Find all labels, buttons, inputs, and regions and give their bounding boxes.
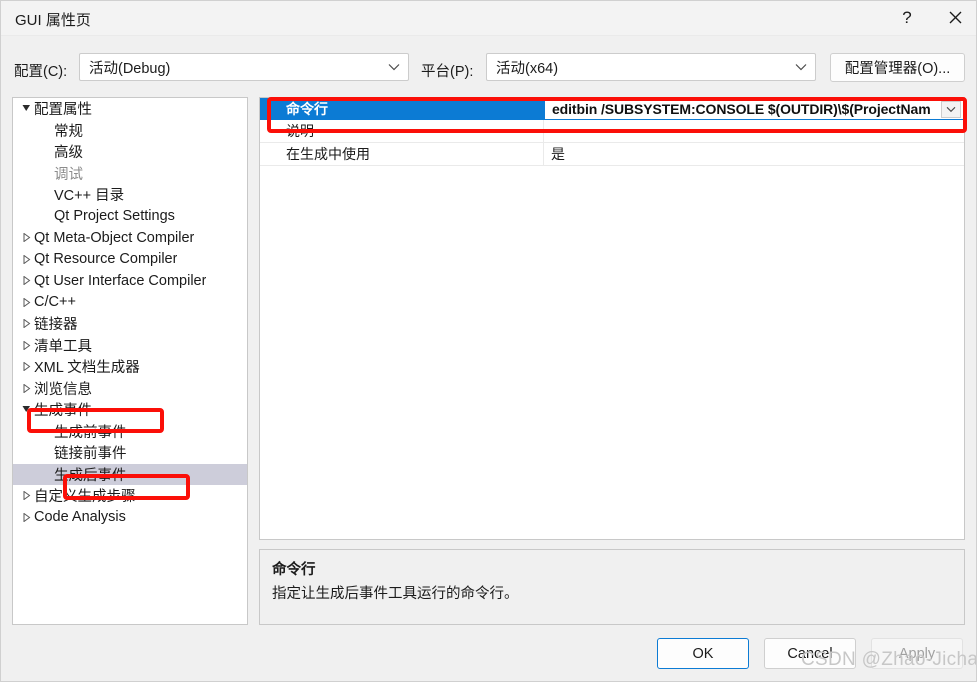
property-name: 说明 (260, 120, 544, 142)
tree-item[interactable]: Code Analysis (13, 507, 247, 529)
ok-button[interactable]: OK (657, 638, 749, 669)
twisty-collapsed-icon[interactable] (19, 297, 34, 307)
property-value-input[interactable]: editbin /SUBSYSTEM:CONSOLE $(OUTDIR)\$(P… (544, 98, 964, 120)
help-button[interactable]: ? (884, 1, 930, 34)
property-value-text: editbin /SUBSYSTEM:CONSOLE $(OUTDIR)\$(P… (552, 101, 931, 117)
twisty-collapsed-icon[interactable] (19, 383, 34, 393)
property-value (544, 120, 964, 142)
tree-item-label: 高级 (54, 145, 83, 162)
tree-item[interactable]: 生成后事件 (13, 463, 247, 485)
tree-item[interactable]: 调试 (13, 163, 247, 185)
tree-item-label: 调试 (54, 166, 83, 183)
tree-item-label: 配置属性 (34, 102, 92, 119)
tree-item[interactable]: VC++ 目录 (13, 184, 247, 206)
property-name: 在生成中使用 (260, 143, 544, 165)
configuration-value: 活动(Debug) (89, 60, 171, 77)
description-text: 指定让生成后事件工具运行的命令行。 (272, 586, 519, 602)
tree-item[interactable]: 常规 (13, 120, 247, 142)
tree-item[interactable]: 生成事件 (13, 399, 247, 421)
twisty-collapsed-icon[interactable] (19, 340, 34, 350)
tree-item[interactable]: 高级 (13, 141, 247, 163)
tree-item-label: XML 文档生成器 (34, 360, 140, 377)
tree-item-label: 生成前事件 (54, 424, 127, 441)
tree-item[interactable]: XML 文档生成器 (13, 356, 247, 378)
chevron-down-icon (946, 106, 956, 113)
window-title: GUI 属性页 (15, 12, 91, 29)
property-pages-dialog: GUI 属性页 ? 配置(C): 活动(Debug) 平台(P): 活动(x64… (0, 0, 977, 682)
twisty-collapsed-icon[interactable] (19, 276, 34, 286)
tree-item-label: Qt Resource Compiler (34, 251, 178, 268)
property-row[interactable]: 说明 (260, 120, 964, 143)
twisty-expanded-icon[interactable] (19, 104, 34, 113)
title-bar: GUI 属性页 ? (1, 1, 976, 36)
twisty-collapsed-icon[interactable] (19, 491, 34, 501)
tree-item[interactable]: 链接前事件 (13, 442, 247, 464)
tree-item[interactable]: 链接器 (13, 313, 247, 335)
platform-select[interactable]: 活动(x64) (486, 53, 816, 81)
tree-item-label: 链接器 (34, 317, 78, 334)
property-grid[interactable]: 命令行 editbin /SUBSYSTEM:CONSOLE $(OUTDIR)\… (259, 97, 965, 540)
configuration-bar: 配置(C): 活动(Debug) 平台(P): 活动(x64) 配置管理器(O)… (1, 53, 976, 87)
tree-item[interactable]: 配置属性 (13, 98, 247, 120)
configuration-select[interactable]: 活动(Debug) (79, 53, 409, 81)
twisty-collapsed-icon[interactable] (19, 512, 34, 522)
tree-item[interactable]: Qt User Interface Compiler (13, 270, 247, 292)
chevron-down-icon (388, 63, 400, 71)
twisty-expanded-icon[interactable] (19, 405, 34, 414)
tree-item[interactable]: 清单工具 (13, 335, 247, 357)
tree-item[interactable]: 浏览信息 (13, 378, 247, 400)
tree-item[interactable]: C/C++ (13, 292, 247, 314)
twisty-collapsed-icon[interactable] (19, 319, 34, 329)
tree-item-label: C/C++ (34, 294, 76, 311)
twisty-collapsed-icon[interactable] (19, 233, 34, 243)
tree-item-label: 生成事件 (34, 403, 92, 420)
tree-item[interactable]: Qt Project Settings (13, 206, 247, 228)
configuration-manager-button[interactable]: 配置管理器(O)... (830, 53, 965, 82)
tree-item-label: 浏览信息 (34, 381, 92, 398)
tree-item[interactable]: Qt Resource Compiler (13, 249, 247, 271)
tree-item-label: 常规 (54, 123, 83, 140)
tree-item-label: Code Analysis (34, 509, 126, 526)
tree-item-label: Qt Project Settings (54, 208, 175, 225)
value-dropdown-button[interactable] (941, 101, 961, 118)
tree-item-label: Qt User Interface Compiler (34, 272, 207, 289)
configuration-label: 配置(C): (14, 64, 68, 80)
description-title: 命令行 (272, 562, 316, 578)
tree-item-label: Qt Meta-Object Compiler (34, 229, 195, 246)
close-button[interactable] (932, 1, 976, 34)
platform-value: 活动(x64) (496, 60, 559, 77)
tree-item-label: 清单工具 (34, 338, 92, 355)
property-value: 是 (544, 143, 964, 165)
property-tree[interactable]: 配置属性常规高级调试 VC++ 目录 Qt Project Settings Qt M… (12, 97, 248, 625)
property-name: 命令行 (260, 98, 544, 120)
property-value-text: 是 (551, 146, 565, 162)
tree-item-label: 自定义生成步骤 (34, 489, 136, 506)
tree-item-label: 生成后事件 (54, 467, 127, 484)
chevron-down-icon (795, 63, 807, 71)
twisty-collapsed-icon[interactable] (19, 254, 34, 264)
tree-item-label: VC++ 目录 (54, 188, 125, 205)
tree-item[interactable]: 自定义生成步骤 (13, 485, 247, 507)
apply-button: Apply (871, 638, 963, 669)
property-row[interactable]: 命令行 editbin /SUBSYSTEM:CONSOLE $(OUTDIR)\… (260, 98, 964, 120)
tree-item[interactable]: 生成前事件 (13, 421, 247, 443)
close-x-icon (949, 11, 961, 24)
cancel-button[interactable]: Cancel (764, 638, 856, 669)
tree-item[interactable]: Qt Meta-Object Compiler (13, 227, 247, 249)
tree-item-label: 链接前事件 (54, 446, 127, 463)
twisty-collapsed-icon[interactable] (19, 362, 34, 372)
description-pane: 命令行 指定让生成后事件工具运行的命令行。 (259, 549, 965, 625)
platform-label: 平台(P): (421, 64, 474, 80)
property-row[interactable]: 在生成中使用是 (260, 143, 964, 166)
question-mark-icon: ? (902, 8, 912, 27)
